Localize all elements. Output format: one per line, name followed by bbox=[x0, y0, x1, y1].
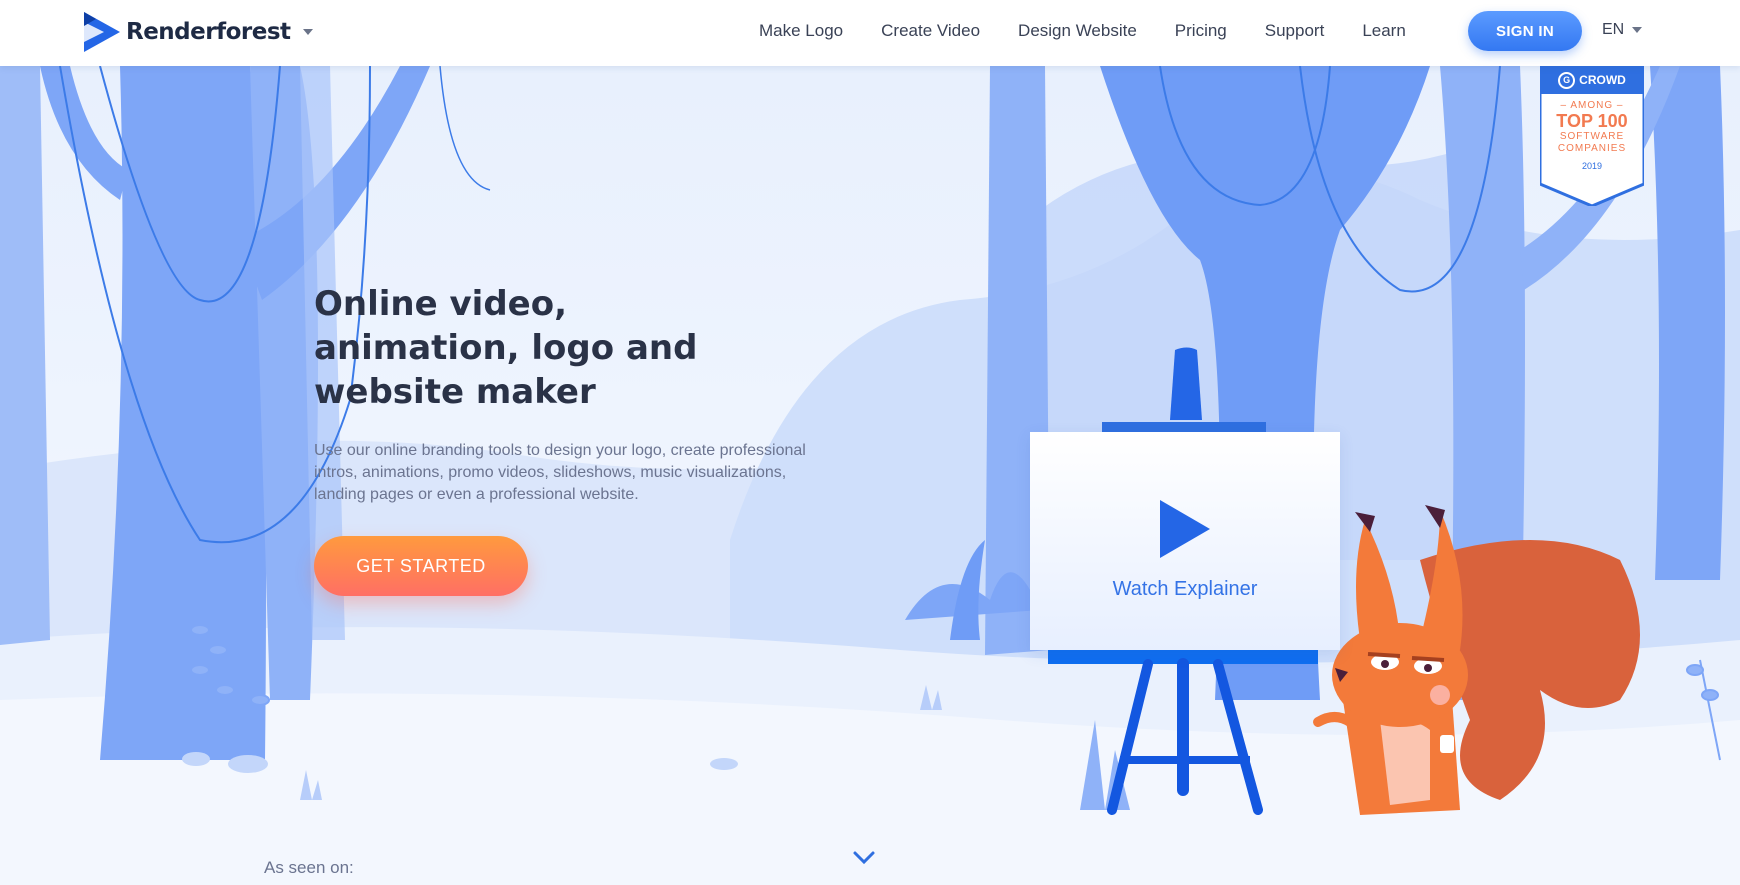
brand-name: Renderforest bbox=[126, 19, 291, 45]
nav-pricing[interactable]: Pricing bbox=[1175, 21, 1227, 41]
sign-in-button[interactable]: SIGN IN bbox=[1468, 11, 1582, 51]
main-navigation: Make Logo Create Video Design Website Pr… bbox=[740, 0, 1425, 62]
nav-make-logo[interactable]: Make Logo bbox=[759, 21, 843, 41]
language-selector[interactable]: EN bbox=[1602, 21, 1643, 39]
hero-title-line: animation, logo and bbox=[314, 328, 698, 368]
language-label: EN bbox=[1602, 21, 1625, 38]
badge-text: – AMONG – TOP 100 SOFTWARE COMPANIES 201… bbox=[1540, 100, 1644, 171]
g2-crowd-badge[interactable]: G CROWD – AMONG – TOP 100 SOFTWARE COMPA… bbox=[1540, 66, 1644, 206]
hero-title-line: Online video, bbox=[314, 284, 568, 324]
g2-logo-icon: G bbox=[1558, 71, 1576, 89]
hero-subtitle-line: Use our online branding tools to design … bbox=[314, 442, 806, 459]
nav-create-video[interactable]: Create Video bbox=[881, 21, 980, 41]
badge-brand: CROWD bbox=[1579, 73, 1626, 87]
hero-title: Online video, animation, logo and websit… bbox=[314, 282, 874, 414]
badge-top100: TOP 100 bbox=[1556, 111, 1628, 131]
get-started-button[interactable]: GET STARTED bbox=[314, 536, 528, 596]
badge-header: G CROWD bbox=[1540, 66, 1644, 94]
hero-subtitle: Use our online branding tools to design … bbox=[314, 440, 874, 506]
badge-among: – AMONG – bbox=[1560, 100, 1624, 111]
as-seen-on-label: As seen on: bbox=[264, 858, 354, 877]
watch-explainer-card[interactable]: Watch Explainer bbox=[1030, 432, 1340, 650]
badge-software: SOFTWARE bbox=[1559, 131, 1625, 142]
brand-logo[interactable]: Renderforest bbox=[82, 8, 313, 56]
watch-explainer-label: Watch Explainer bbox=[1112, 578, 1258, 600]
play-icon[interactable] bbox=[1160, 500, 1210, 558]
chevron-down-icon[interactable] bbox=[852, 848, 876, 868]
renderforest-logo-icon bbox=[82, 10, 122, 54]
nav-design-website[interactable]: Design Website bbox=[1018, 21, 1137, 41]
hero-subtitle-line: landing pages or even a professional web… bbox=[314, 486, 639, 503]
badge-year: 2019 bbox=[1581, 161, 1603, 171]
top-navbar: Renderforest Make Logo Create Video Desi… bbox=[0, 0, 1740, 66]
nav-learn[interactable]: Learn bbox=[1362, 21, 1405, 41]
badge-companies: COMPANIES bbox=[1557, 143, 1627, 154]
nav-support[interactable]: Support bbox=[1265, 21, 1325, 41]
hero-title-line: website maker bbox=[314, 372, 596, 412]
chevron-down-icon bbox=[1632, 27, 1643, 33]
hero-subtitle-line: intros, animations, promo videos, slides… bbox=[314, 464, 787, 481]
chevron-down-icon[interactable] bbox=[302, 29, 313, 35]
